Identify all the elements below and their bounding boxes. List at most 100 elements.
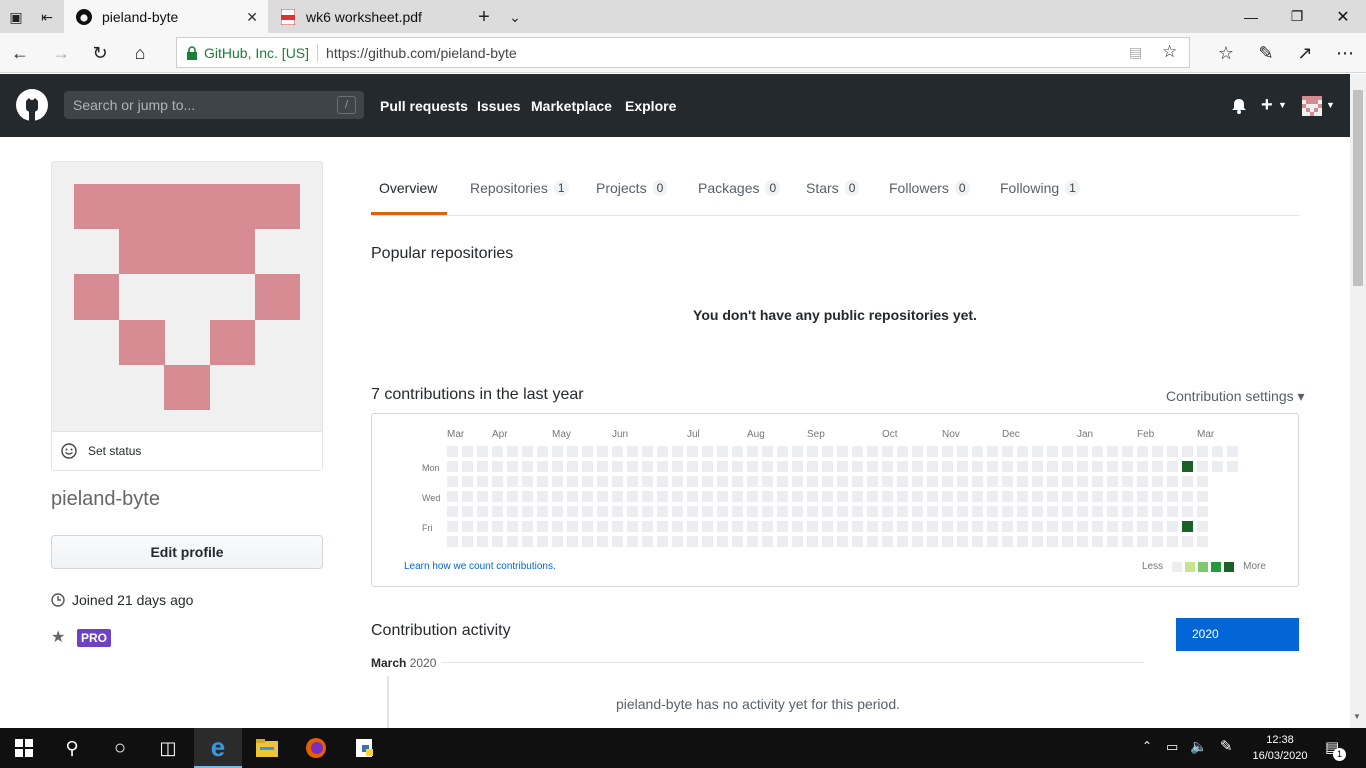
contribution-day[interactable] — [1092, 476, 1103, 487]
contribution-day[interactable] — [897, 536, 908, 547]
contribution-day[interactable] — [1032, 461, 1043, 472]
contribution-day[interactable] — [597, 476, 608, 487]
contribution-day[interactable] — [1107, 446, 1118, 457]
contribution-day[interactable] — [822, 461, 833, 472]
contribution-day[interactable] — [1167, 491, 1178, 502]
contribution-day[interactable] — [477, 476, 488, 487]
contribution-day[interactable] — [777, 506, 788, 517]
contribution-day[interactable] — [462, 536, 473, 547]
contribution-day[interactable] — [1092, 491, 1103, 502]
contribution-day[interactable] — [852, 461, 863, 472]
contribution-day[interactable] — [1077, 521, 1088, 532]
refresh-icon[interactable]: ↻ — [88, 41, 112, 65]
contribution-day[interactable] — [1107, 461, 1118, 472]
contribution-day[interactable] — [822, 536, 833, 547]
contribution-day[interactable] — [1047, 476, 1058, 487]
contribution-day[interactable] — [1017, 491, 1028, 502]
contribution-day[interactable] — [717, 446, 728, 457]
contribution-day[interactable] — [507, 521, 518, 532]
contribution-day[interactable] — [1137, 506, 1148, 517]
contribution-day[interactable] — [657, 491, 668, 502]
contribution-day[interactable] — [942, 446, 953, 457]
contribution-day[interactable] — [732, 461, 743, 472]
contribution-day[interactable] — [1107, 506, 1118, 517]
contribution-day[interactable] — [1227, 446, 1238, 457]
contribution-day[interactable] — [912, 536, 923, 547]
tab-followers[interactable]: Followers 0 — [889, 180, 970, 196]
contribution-day[interactable] — [837, 521, 848, 532]
tab-following[interactable]: Following 1 — [1000, 180, 1080, 196]
contribution-day[interactable] — [1077, 506, 1088, 517]
minimize-icon[interactable]: — — [1228, 0, 1274, 33]
contribution-day[interactable] — [732, 506, 743, 517]
contribution-day[interactable] — [1077, 536, 1088, 547]
contribution-day[interactable] — [1017, 506, 1028, 517]
contribution-day[interactable] — [822, 521, 833, 532]
contribution-day[interactable] — [867, 521, 878, 532]
chevron-down-icon[interactable]: ▼ — [1326, 100, 1335, 110]
tab-stars[interactable]: Stars 0 — [806, 180, 860, 196]
contribution-day[interactable] — [747, 521, 758, 532]
contribution-day[interactable] — [852, 521, 863, 532]
contribution-day[interactable] — [927, 536, 938, 547]
set-aside-tabs-icon[interactable]: ⇤ — [38, 8, 56, 26]
contribution-day[interactable] — [1017, 521, 1028, 532]
contribution-day[interactable] — [612, 506, 623, 517]
firefox-icon[interactable] — [292, 728, 340, 768]
contribution-day[interactable] — [537, 476, 548, 487]
contribution-day[interactable] — [462, 476, 473, 487]
contribution-day[interactable] — [537, 491, 548, 502]
contribution-day[interactable] — [687, 476, 698, 487]
contribution-day[interactable] — [792, 506, 803, 517]
contribution-day[interactable] — [942, 491, 953, 502]
contribution-day[interactable] — [1062, 476, 1073, 487]
contribution-day[interactable] — [942, 476, 953, 487]
notes-icon[interactable]: ✎ — [1254, 41, 1278, 65]
contribution-day[interactable] — [1182, 461, 1193, 472]
contribution-day[interactable] — [537, 446, 548, 457]
contribution-day[interactable] — [1182, 536, 1193, 547]
contribution-day[interactable] — [1092, 461, 1103, 472]
contribution-day[interactable] — [582, 536, 593, 547]
contribution-day[interactable] — [777, 521, 788, 532]
contribution-day[interactable] — [777, 446, 788, 457]
contribution-day[interactable] — [762, 491, 773, 502]
contribution-day[interactable] — [1137, 476, 1148, 487]
contribution-day[interactable] — [657, 476, 668, 487]
scrollbar-thumb[interactable] — [1353, 90, 1363, 286]
contribution-day[interactable] — [657, 446, 668, 457]
contribution-day[interactable] — [567, 476, 578, 487]
contribution-day[interactable] — [897, 446, 908, 457]
contribution-day[interactable] — [702, 506, 713, 517]
contribution-day[interactable] — [492, 461, 503, 472]
contribution-day[interactable] — [822, 446, 833, 457]
contribution-day[interactable] — [537, 536, 548, 547]
contribution-day[interactable] — [492, 536, 503, 547]
contribution-day[interactable] — [807, 521, 818, 532]
contribution-day[interactable] — [1107, 476, 1118, 487]
contribution-day[interactable] — [1122, 446, 1133, 457]
windows-start-icon[interactable] — [0, 728, 48, 768]
contribution-day[interactable] — [882, 476, 893, 487]
contribution-day[interactable] — [792, 476, 803, 487]
contribution-day[interactable] — [837, 506, 848, 517]
contribution-day[interactable] — [702, 461, 713, 472]
contribution-day[interactable] — [927, 521, 938, 532]
contribution-day[interactable] — [612, 461, 623, 472]
edge-icon[interactable]: e — [194, 728, 242, 768]
github-logo-icon[interactable] — [16, 89, 48, 121]
show-hidden-icons-chevron-icon[interactable]: ⌃ — [1142, 739, 1152, 753]
contribution-day[interactable] — [912, 476, 923, 487]
contribution-day[interactable] — [447, 536, 458, 547]
contribution-day[interactable] — [492, 476, 503, 487]
contribution-day[interactable] — [537, 521, 548, 532]
contribution-day[interactable] — [1077, 491, 1088, 502]
contribution-day[interactable] — [672, 476, 683, 487]
contribution-day[interactable] — [1032, 506, 1043, 517]
contribution-day[interactable] — [612, 536, 623, 547]
contribution-day[interactable] — [552, 491, 563, 502]
contribution-day[interactable] — [1152, 476, 1163, 487]
contribution-day[interactable] — [597, 491, 608, 502]
contribution-day[interactable] — [612, 446, 623, 457]
contribution-day[interactable] — [507, 491, 518, 502]
